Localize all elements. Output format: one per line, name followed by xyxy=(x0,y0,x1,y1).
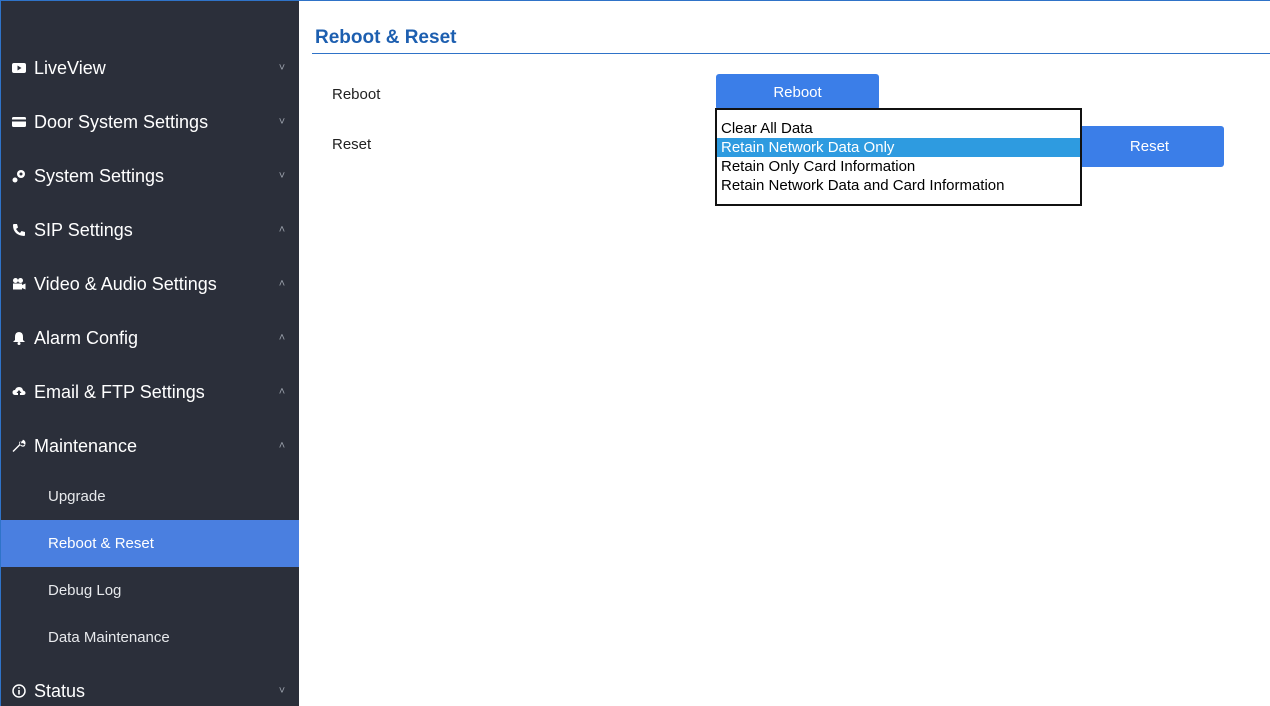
camera-icon xyxy=(11,276,27,292)
chevron-up-icon: ˄ xyxy=(278,278,286,290)
sidebar-subitem-label: Reboot & Reset xyxy=(48,535,154,552)
sidebar-item-door-system-settings[interactable]: Door System Settings ˅ xyxy=(1,95,299,149)
sidebar-item-sip-settings[interactable]: SIP Settings ˄ xyxy=(1,203,299,257)
chevron-down-icon: ˅ xyxy=(278,116,286,128)
sidebar-subitem-label: Upgrade xyxy=(48,488,106,505)
sidebar-subitem-data-maintenance[interactable]: Data Maintenance xyxy=(1,614,299,661)
sidebar: LiveView ˅ Door System Settings ˅ System… xyxy=(1,1,299,706)
sidebar-item-email-ftp-settings[interactable]: Email & FTP Settings ˄ xyxy=(1,365,299,419)
sidebar-item-label: Video & Audio Settings xyxy=(34,273,217,294)
sidebar-item-label: LiveView xyxy=(34,57,106,78)
sidebar-item-label: Alarm Config xyxy=(34,327,139,348)
chevron-up-icon: ˄ xyxy=(278,224,286,236)
video-play-icon xyxy=(11,60,27,76)
reboot-button[interactable]: Reboot xyxy=(716,74,879,110)
sidebar-item-label: Door System Settings xyxy=(34,111,209,132)
sidebar-item-system-settings[interactable]: System Settings ˅ xyxy=(1,149,299,203)
sidebar-item-video-audio-settings[interactable]: Video & Audio Settings ˄ xyxy=(1,257,299,311)
title-divider xyxy=(312,53,1270,54)
chevron-down-icon: ˅ xyxy=(278,685,286,697)
sidebar-item-label: Maintenance xyxy=(34,435,138,456)
sidebar-subitem-label: Debug Log xyxy=(48,582,122,599)
reset-mode-dropdown[interactable]: Clear All Data Retain Network Data Only … xyxy=(715,108,1082,206)
info-icon xyxy=(11,683,27,699)
page-title: Reboot & Reset xyxy=(315,27,457,48)
dropdown-option-clear-all-data[interactable]: Clear All Data xyxy=(717,119,1080,138)
sidebar-item-label: Email & FTP Settings xyxy=(34,381,205,402)
dropdown-option-retain-card-information[interactable]: Retain Only Card Information xyxy=(717,157,1080,176)
reset-label: Reset xyxy=(332,136,372,153)
chevron-down-icon: ˅ xyxy=(278,170,286,182)
dropdown-option-retain-network-data-only[interactable]: Retain Network Data Only xyxy=(717,138,1080,157)
sidebar-item-label: Status xyxy=(34,680,86,701)
cloud-icon xyxy=(11,384,27,400)
card-icon xyxy=(11,114,27,130)
phone-icon xyxy=(11,222,27,238)
sidebar-item-alarm-config[interactable]: Alarm Config ˄ xyxy=(1,311,299,365)
sidebar-subitem-reboot-reset[interactable]: Reboot & Reset xyxy=(1,520,299,567)
sidebar-subitem-debug-log[interactable]: Debug Log xyxy=(1,567,299,614)
sidebar-item-label: SIP Settings xyxy=(34,219,133,240)
settings-icon xyxy=(11,168,27,184)
dropdown-option-retain-network-and-card[interactable]: Retain Network Data and Card Information xyxy=(717,176,1080,195)
chevron-down-icon: ˅ xyxy=(278,62,286,74)
chevron-up-icon: ˄ xyxy=(278,332,286,344)
sidebar-item-status[interactable]: Status ˅ xyxy=(1,664,299,706)
reboot-label: Reboot xyxy=(332,86,381,103)
chevron-up-icon: ˄ xyxy=(278,440,286,452)
reset-button[interactable]: Reset xyxy=(1075,126,1224,167)
wrench-icon xyxy=(11,438,27,454)
bell-icon xyxy=(11,330,27,346)
sidebar-item-maintenance[interactable]: Maintenance ˄ xyxy=(1,419,299,473)
sidebar-subitem-label: Data Maintenance xyxy=(48,629,170,646)
sidebar-subitem-upgrade[interactable]: Upgrade xyxy=(1,473,299,520)
sidebar-item-label: System Settings xyxy=(34,165,165,186)
sidebar-item-liveview[interactable]: LiveView ˅ xyxy=(1,41,299,95)
chevron-up-icon: ˄ xyxy=(278,386,286,398)
